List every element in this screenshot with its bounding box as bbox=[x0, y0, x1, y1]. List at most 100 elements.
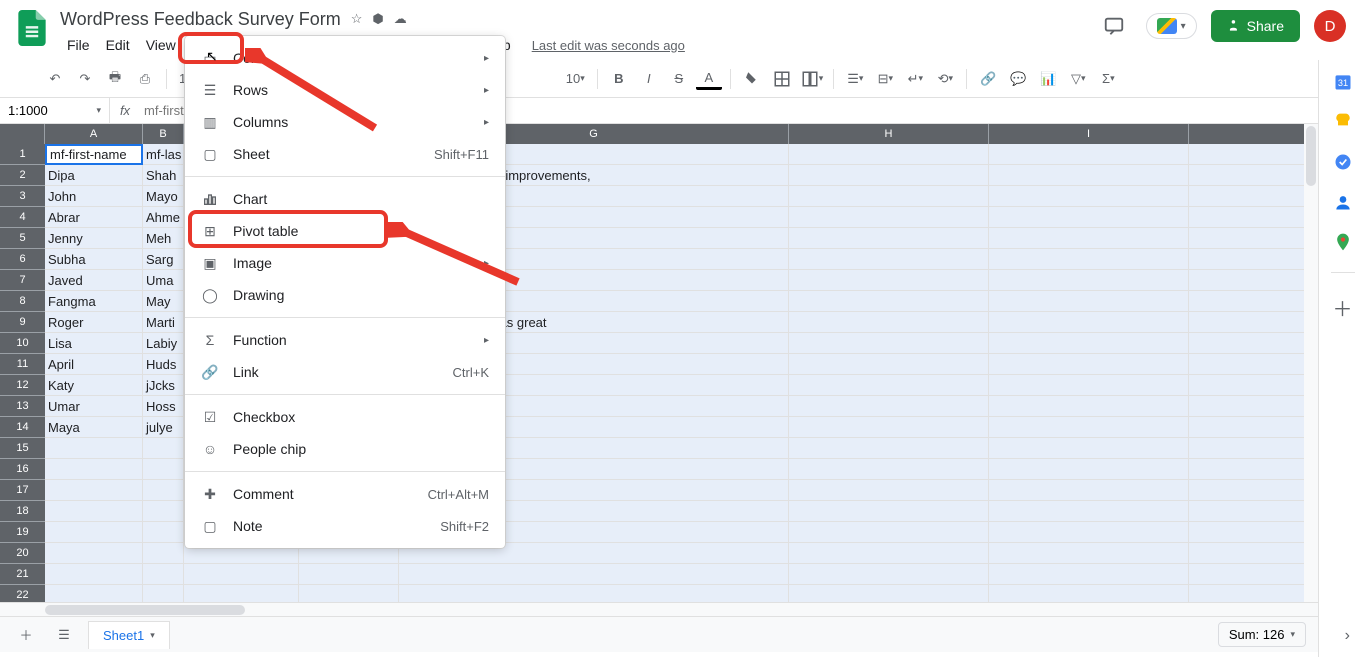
cell-r13-c6[interactable] bbox=[989, 396, 1189, 417]
menu-columns[interactable]: ▥Columns▸ bbox=[185, 106, 505, 138]
calendar-icon[interactable]: 31 bbox=[1333, 72, 1353, 92]
cell-r3-c1[interactable]: Mayo bbox=[143, 186, 184, 207]
cell-r14-c5[interactable] bbox=[789, 417, 989, 438]
font-size[interactable]: 10 ▾ bbox=[562, 66, 589, 92]
cell-r10-c0[interactable]: Lisa bbox=[45, 333, 143, 354]
cell-r9-c6[interactable] bbox=[989, 312, 1189, 333]
cell-r8-c0[interactable]: Fangma bbox=[45, 291, 143, 312]
row-header-2[interactable]: 2 bbox=[0, 165, 45, 186]
account-avatar[interactable]: D bbox=[1314, 10, 1346, 42]
link-button[interactable]: 🔗 bbox=[975, 66, 1001, 92]
functions-button[interactable]: Σ ▾ bbox=[1095, 66, 1121, 92]
row-header-14[interactable]: 14 bbox=[0, 417, 45, 438]
comment-button[interactable]: 💬 bbox=[1005, 66, 1031, 92]
wrap-button[interactable]: ↵ ▾ bbox=[902, 66, 928, 92]
last-edit[interactable]: Last edit was seconds ago bbox=[532, 38, 685, 53]
keep-icon[interactable] bbox=[1333, 112, 1353, 132]
cell-r18-c1[interactable] bbox=[143, 501, 184, 522]
italic-button[interactable]: I bbox=[636, 66, 662, 92]
cell-r12-c5[interactable] bbox=[789, 375, 989, 396]
cell-r8-c5[interactable] bbox=[789, 291, 989, 312]
cell-r1-c6[interactable] bbox=[989, 144, 1189, 165]
cell-r16-c0[interactable] bbox=[45, 459, 143, 480]
rotate-button[interactable]: ⟲ ▾ bbox=[932, 66, 958, 92]
filter-button[interactable]: ▽ ▾ bbox=[1065, 66, 1091, 92]
col-header-B[interactable]: B bbox=[143, 124, 184, 144]
vertical-scrollbar[interactable] bbox=[1304, 124, 1318, 602]
cell-r17-c6[interactable] bbox=[989, 480, 1189, 501]
cell-r11-c0[interactable]: April bbox=[45, 354, 143, 375]
cell-r6-c5[interactable] bbox=[789, 249, 989, 270]
cell-r20-c0[interactable] bbox=[45, 543, 143, 564]
cell-r5-c1[interactable]: Meh bbox=[143, 228, 184, 249]
row-header-13[interactable]: 13 bbox=[0, 396, 45, 417]
cell-r20-c6[interactable] bbox=[989, 543, 1189, 564]
menu-chart[interactable]: Chart bbox=[185, 183, 505, 215]
name-box[interactable]: 1:1000▾ bbox=[0, 98, 110, 123]
cell-r6-c6[interactable] bbox=[989, 249, 1189, 270]
cell-r21-c5[interactable] bbox=[789, 564, 989, 585]
menu-edit[interactable]: Edit bbox=[99, 33, 137, 57]
row-header-12[interactable]: 12 bbox=[0, 375, 45, 396]
cell-r12-c6[interactable] bbox=[989, 375, 1189, 396]
menu-drawing[interactable]: ◯Drawing bbox=[185, 279, 505, 311]
chart-button[interactable]: 📊 bbox=[1035, 66, 1061, 92]
doc-title[interactable]: WordPress Feedback Survey Form bbox=[60, 9, 341, 30]
cell-r22-c2[interactable] bbox=[184, 585, 299, 602]
valign-button[interactable]: ⊟ ▾ bbox=[872, 66, 898, 92]
row-header-9[interactable]: 9 bbox=[0, 312, 45, 333]
print-button[interactable]: 🖶 bbox=[102, 66, 128, 92]
collapse-side-panel[interactable]: › bbox=[1345, 627, 1350, 645]
cell-r11-c1[interactable]: Huds bbox=[143, 354, 184, 375]
strike-button[interactable]: S bbox=[666, 66, 692, 92]
comment-history-icon[interactable] bbox=[1096, 8, 1132, 44]
text-color-button[interactable]: A bbox=[696, 68, 722, 90]
cell-r15-c1[interactable] bbox=[143, 438, 184, 459]
cell-r1-c1[interactable]: mf-las bbox=[143, 144, 184, 165]
cell-r7-c0[interactable]: Javed bbox=[45, 270, 143, 291]
cell-r21-c6[interactable] bbox=[989, 564, 1189, 585]
cell-r5-c6[interactable] bbox=[989, 228, 1189, 249]
paint-format-button[interactable]: ⎙ bbox=[132, 66, 158, 92]
cell-r16-c1[interactable] bbox=[143, 459, 184, 480]
cell-r5-c5[interactable] bbox=[789, 228, 989, 249]
cell-r7-c1[interactable]: Uma bbox=[143, 270, 184, 291]
cell-r4-c1[interactable]: Ahme bbox=[143, 207, 184, 228]
cell-r6-c0[interactable]: Subha bbox=[45, 249, 143, 270]
halign-button[interactable]: ☰ ▾ bbox=[842, 66, 868, 92]
cell-r1-c5[interactable] bbox=[789, 144, 989, 165]
cell-r16-c6[interactable] bbox=[989, 459, 1189, 480]
cell-r2-c0[interactable]: Dipa bbox=[45, 165, 143, 186]
cell-r19-c0[interactable] bbox=[45, 522, 143, 543]
menu-file[interactable]: File bbox=[60, 33, 97, 57]
col-header-I[interactable]: I bbox=[989, 124, 1189, 144]
bold-button[interactable]: B bbox=[606, 66, 632, 92]
row-header-5[interactable]: 5 bbox=[0, 228, 45, 249]
cell-r4-c5[interactable] bbox=[789, 207, 989, 228]
share-button[interactable]: Share bbox=[1211, 10, 1300, 42]
undo-button[interactable]: ↶ bbox=[42, 66, 68, 92]
row-header-17[interactable]: 17 bbox=[0, 480, 45, 501]
cell-r22-c6[interactable] bbox=[989, 585, 1189, 602]
cell-r12-c0[interactable]: Katy bbox=[45, 375, 143, 396]
row-header-4[interactable]: 4 bbox=[0, 207, 45, 228]
menu-image[interactable]: ▣Image▸ bbox=[185, 247, 505, 279]
cell-r2-c6[interactable] bbox=[989, 165, 1189, 186]
cell-r22-c4[interactable] bbox=[399, 585, 789, 602]
cell-r22-c5[interactable] bbox=[789, 585, 989, 602]
addons-icon[interactable]: ＋ bbox=[1333, 293, 1353, 313]
cell-r19-c5[interactable] bbox=[789, 522, 989, 543]
cell-r15-c5[interactable] bbox=[789, 438, 989, 459]
contacts-icon[interactable] bbox=[1333, 192, 1353, 212]
cell-r17-c5[interactable] bbox=[789, 480, 989, 501]
cell-r21-c2[interactable] bbox=[184, 564, 299, 585]
cell-r12-c1[interactable]: jJcks bbox=[143, 375, 184, 396]
col-header-H[interactable]: H bbox=[789, 124, 989, 144]
cell-r18-c0[interactable] bbox=[45, 501, 143, 522]
add-sheet-button[interactable]: ＋ bbox=[12, 621, 40, 649]
cell-r9-c1[interactable]: Marti bbox=[143, 312, 184, 333]
menu-view[interactable]: View bbox=[139, 33, 183, 57]
cell-r14-c0[interactable]: Maya bbox=[45, 417, 143, 438]
cell-r21-c3[interactable] bbox=[299, 564, 399, 585]
cell-r14-c1[interactable]: julye bbox=[143, 417, 184, 438]
